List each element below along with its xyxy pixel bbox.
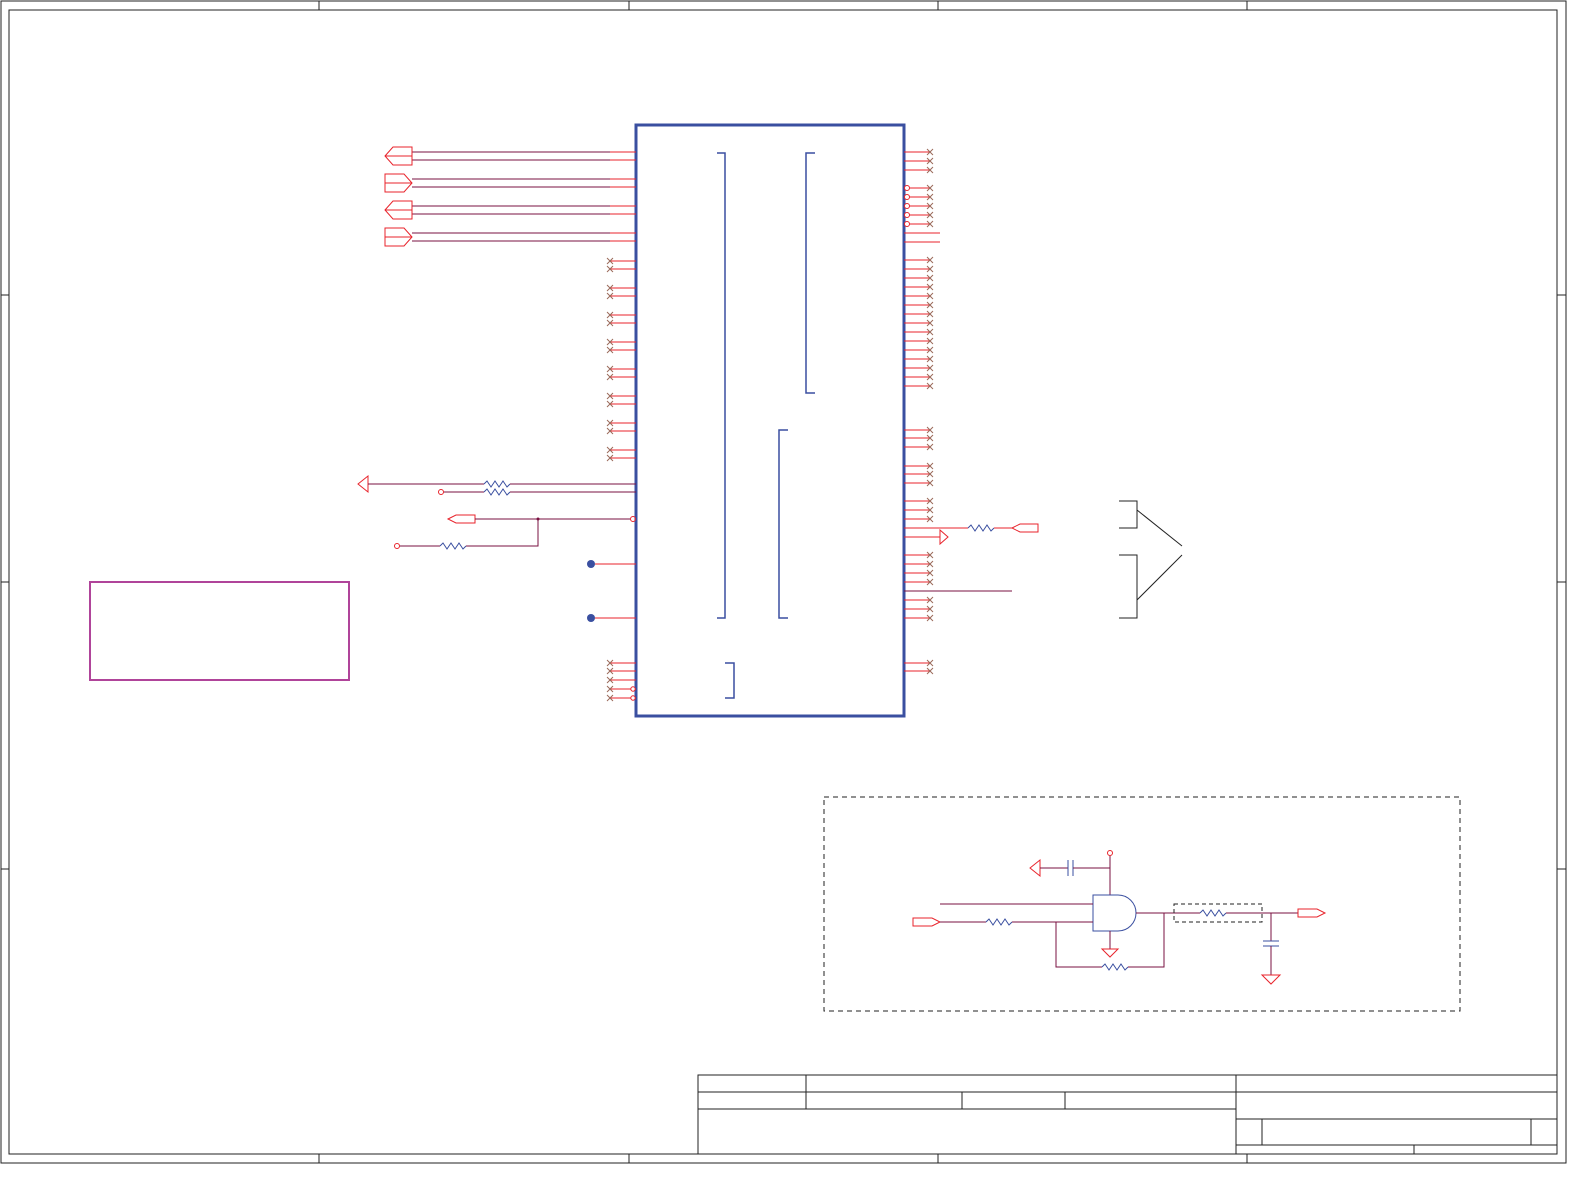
ground-triangle-icon — [1029, 858, 1041, 878]
ic-main[interactable] — [634, 123, 906, 718]
port-right — [1010, 523, 1039, 533]
resistor-2 — [483, 488, 511, 496]
inverted-pin-icon — [904, 185, 910, 191]
resistor-3 — [439, 542, 467, 550]
inverted-pin-icon — [904, 221, 910, 227]
resistor-1 — [483, 480, 511, 488]
ground-icon — [1260, 974, 1282, 985]
ic-pins — [384, 146, 940, 702]
resistor-4 — [967, 524, 995, 532]
schematic-sheet — [0, 0, 1567, 1164]
note-box — [89, 581, 350, 681]
port-input — [912, 917, 942, 927]
inverted-pin-icon — [904, 203, 910, 209]
reset-subcircuit — [823, 796, 1461, 1012]
right-network — [904, 500, 1183, 619]
inverted-pin-icon — [904, 212, 910, 218]
ground-triangle-icon — [357, 474, 369, 494]
title-block — [697, 1074, 1558, 1155]
ground-icon — [1100, 948, 1120, 958]
buffer-triangle — [939, 528, 949, 546]
port-left — [446, 514, 476, 524]
and-gate — [1092, 894, 1137, 932]
inverted-pin-icon — [904, 194, 910, 200]
port-output — [1297, 908, 1327, 918]
left-network — [357, 474, 636, 622]
